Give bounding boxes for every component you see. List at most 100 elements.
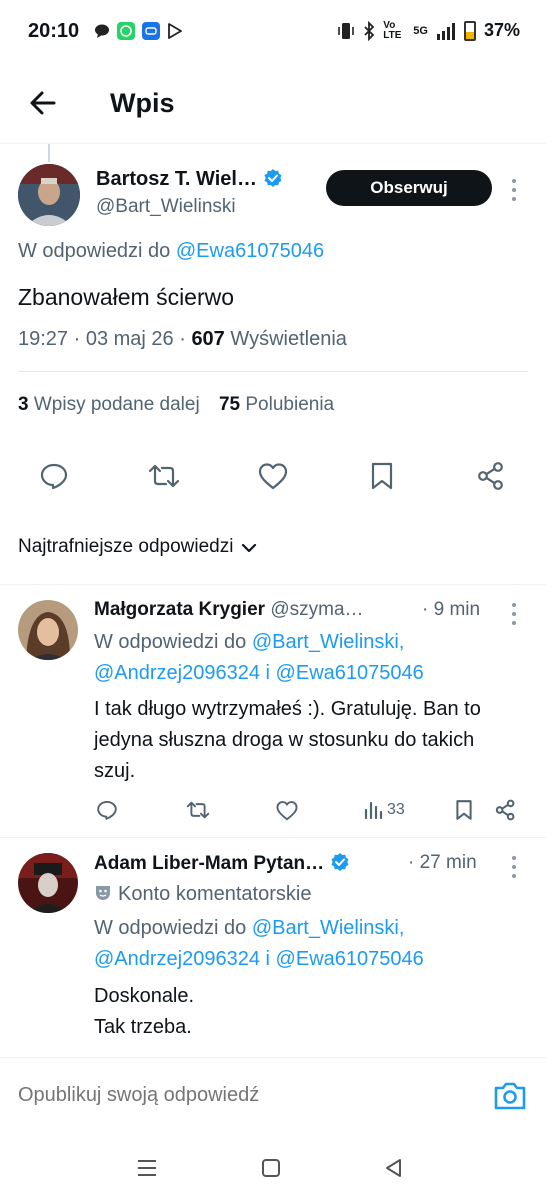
like-button[interactable] xyxy=(276,794,298,826)
theater-mask-icon xyxy=(96,886,110,900)
views-button[interactable]: 33 xyxy=(364,794,405,826)
reply-to-handle[interactable]: @Ewa61075046 xyxy=(176,240,324,262)
bluetooth-icon xyxy=(364,20,375,41)
reposts-stat[interactable]: 3 Wpisy podane dalej xyxy=(18,394,200,415)
verified-icon xyxy=(331,853,349,871)
reply-author-name[interactable]: Adam Liber-Mam Pytan… xyxy=(94,853,324,874)
sort-label: Najtrafniejsze odpowiedzi xyxy=(18,536,234,557)
reply-to-handle[interactable]: @Andrzej2096324 xyxy=(94,948,260,970)
repost-button[interactable] xyxy=(186,794,210,826)
reply-text-line: Tak trzeba. xyxy=(94,1016,192,1038)
like-icon xyxy=(276,800,298,820)
home-button[interactable] xyxy=(258,1155,284,1181)
author-handle[interactable]: @Bart_Wielinski xyxy=(96,196,236,218)
reply-to-line: W odpowiedzi do @Bart_Wielinski, xyxy=(94,631,404,654)
sort-replies-dropdown[interactable]: Najtrafniejsze odpowiedzi xyxy=(18,536,257,558)
back-arrow-icon[interactable] xyxy=(26,86,60,120)
bookmark-button[interactable] xyxy=(455,794,473,826)
tweet-timestamp: 19:27 · 03 maj 26 · xyxy=(18,328,192,350)
thread-line xyxy=(48,144,50,162)
camera-icon[interactable] xyxy=(492,1078,528,1114)
tweet-actions xyxy=(0,456,546,496)
reply-header: Adam Liber-Mam Pytan… xyxy=(94,852,350,875)
reply-time: · 27 min xyxy=(408,852,477,873)
tweet-text: Zbanowałem ścierwo xyxy=(18,284,235,310)
reply-input[interactable] xyxy=(18,1084,458,1107)
reposts-count: 3 xyxy=(18,394,29,415)
reply-author-name[interactable]: Małgorzata Krygier xyxy=(94,599,265,620)
play-store-icon xyxy=(168,23,182,39)
system-navigation-bar xyxy=(0,1135,546,1200)
share-button[interactable] xyxy=(471,456,511,496)
reply-to-line: W odpowiedzi do @Bart_Wielinski, xyxy=(94,917,404,940)
reply-to-conjunction: i xyxy=(259,948,276,970)
reply-to-line: W odpowiedzi do @Ewa61075046 xyxy=(18,240,324,263)
whatsapp-icon xyxy=(117,22,135,40)
account-badge: Konto komentatorskie xyxy=(94,883,311,906)
reply-to-handle[interactable]: @Ewa61075046 xyxy=(276,662,424,684)
reply-item[interactable]: Adam Liber-Mam Pytan… · 27 min Konto kom… xyxy=(0,838,546,1057)
share-button[interactable] xyxy=(495,794,516,826)
bookmark-icon xyxy=(371,462,393,490)
avatar-image xyxy=(18,853,78,913)
reply-author-handle[interactable]: @szyma… xyxy=(270,599,363,620)
avatar[interactable] xyxy=(18,600,78,660)
repost-icon xyxy=(186,801,210,819)
repost-button[interactable] xyxy=(144,456,184,496)
system-indicators: Vo LTE 5G 37% xyxy=(337,20,520,41)
reply-item[interactable]: Małgorzata Krygier @szyma… · 9 min W odp… xyxy=(0,585,546,837)
status-bar: 20:10 Vo LTE 5G 37% xyxy=(0,0,546,62)
share-icon xyxy=(478,462,503,490)
avatar[interactable] xyxy=(18,853,78,913)
reply-icon xyxy=(97,800,117,820)
top-app-bar: Wpis xyxy=(0,62,546,144)
likes-label: Polubienia xyxy=(240,394,335,415)
likes-stat[interactable]: 75 Polubienia xyxy=(219,394,334,415)
back-button[interactable] xyxy=(381,1155,407,1181)
bookmark-button[interactable] xyxy=(362,456,402,496)
volte-indicator: Vo LTE xyxy=(383,19,402,41)
recents-button[interactable] xyxy=(134,1155,160,1181)
reply-button[interactable] xyxy=(34,456,74,496)
chevron-down-icon xyxy=(242,543,257,553)
reply-button[interactable] xyxy=(96,794,118,826)
more-icon[interactable] xyxy=(510,179,518,201)
vibrate-icon xyxy=(338,22,355,39)
reply-to-handle[interactable]: @Bart_Wielinski, xyxy=(252,917,405,939)
reply-text: I tak długo wytrzymałeś :). Gratuluję. B… xyxy=(94,698,481,782)
reply-composer xyxy=(0,1057,546,1135)
reply-to-line: @Andrzej2096324 i @Ewa61075046 xyxy=(94,662,424,685)
reply-to-prefix: W odpowiedzi do xyxy=(94,631,247,653)
share-icon xyxy=(495,799,515,821)
reply-text-line: Doskonale. xyxy=(94,985,195,1007)
views-icon xyxy=(364,801,383,819)
like-icon xyxy=(258,463,288,490)
reposts-label: Wpisy podane dalej xyxy=(28,394,200,415)
back-triangle-icon xyxy=(386,1159,401,1177)
more-icon[interactable] xyxy=(510,856,518,878)
more-icon[interactable] xyxy=(510,603,518,625)
author-name[interactable]: Bartosz T. Wiel… xyxy=(96,168,283,191)
reply-to-handle[interactable]: @Bart_Wielinski, xyxy=(252,631,405,653)
battery-percent: 37% xyxy=(483,20,520,40)
reply-text: Doskonale. Tak trzeba. xyxy=(94,981,514,1043)
reply-icon xyxy=(40,463,68,490)
reply-time: · 9 min xyxy=(422,599,481,620)
follow-button[interactable]: Obserwuj xyxy=(326,170,492,206)
chat-bubble-icon xyxy=(95,24,109,38)
home-square-icon xyxy=(262,1159,280,1177)
reply-to-handle[interactable]: @Andrzej2096324 xyxy=(94,662,260,684)
messages-icon xyxy=(142,22,160,40)
like-button[interactable] xyxy=(253,456,293,496)
engagement-stats: 3 Wpisy podane dalej 75 Polubienia xyxy=(18,394,348,416)
avatar[interactable] xyxy=(18,164,80,226)
signal-icon xyxy=(436,22,455,40)
reply-to-conjunction: i xyxy=(259,662,276,684)
reply-header: Małgorzata Krygier @szyma… xyxy=(94,599,364,621)
verified-icon xyxy=(264,169,282,187)
page-title: Wpis xyxy=(110,88,175,118)
reply-to-prefix: W odpowiedzi do xyxy=(18,240,171,262)
avatar-image xyxy=(18,600,78,660)
reply-to-handle[interactable]: @Ewa61075046 xyxy=(276,948,424,970)
author-name-text: Bartosz T. Wiel… xyxy=(96,168,257,190)
